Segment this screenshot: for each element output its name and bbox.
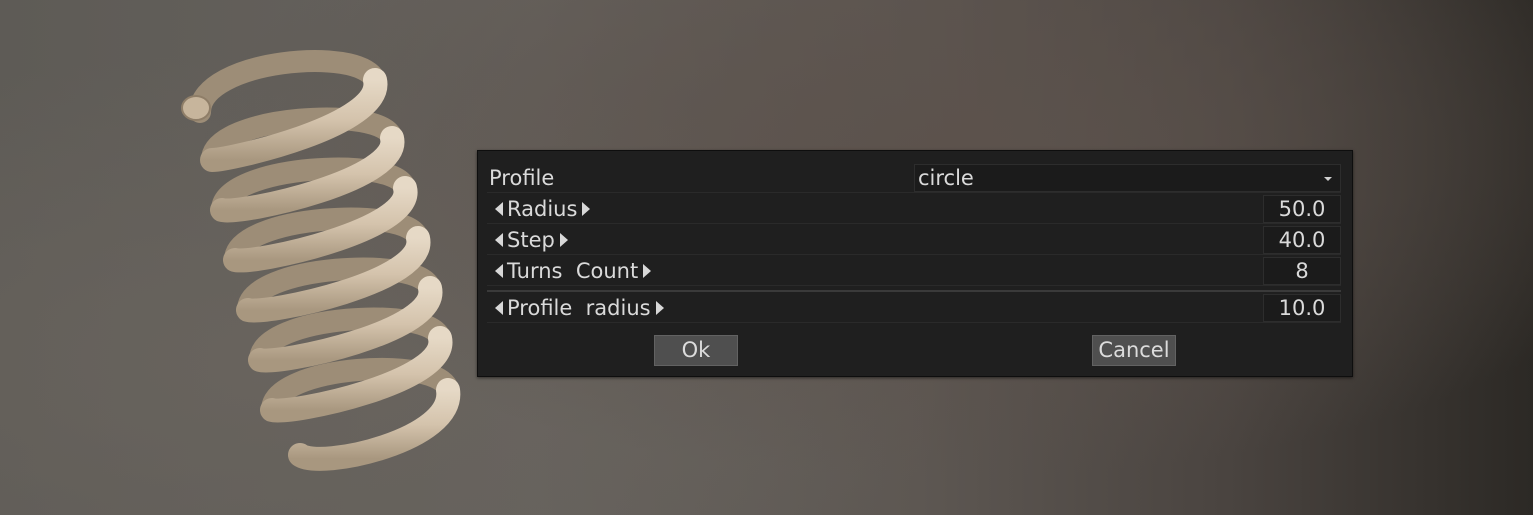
radius-label: Radius: [507, 197, 578, 221]
step-row: Step 40.0: [487, 225, 1341, 255]
profile-select[interactable]: circle: [914, 164, 1341, 192]
profile-radius-row: Profile radius 10.0: [487, 293, 1341, 323]
profile-radius-label: Profile radius: [507, 296, 651, 320]
profile-row: Profile circle: [487, 163, 1341, 193]
turns-count-label: Turns Count: [507, 259, 639, 283]
step-field[interactable]: 40.0: [1263, 226, 1341, 254]
ok-button[interactable]: Ok: [654, 335, 738, 366]
profile-select-value: circle: [918, 166, 974, 190]
decrement-arrow-icon[interactable]: [495, 202, 503, 216]
increment-arrow-icon[interactable]: [559, 233, 568, 247]
profile-radius-field[interactable]: 10.0: [1263, 294, 1341, 322]
turns-count-field[interactable]: 8: [1263, 257, 1341, 285]
decrement-arrow-icon[interactable]: [495, 233, 503, 247]
radius-row: Radius 50.0: [487, 194, 1341, 224]
decrement-arrow-icon[interactable]: [495, 301, 503, 315]
chevron-down-icon[interactable]: [1324, 177, 1332, 181]
decrement-arrow-icon[interactable]: [495, 264, 503, 278]
radius-field[interactable]: 50.0: [1263, 195, 1341, 223]
divider: [487, 290, 1341, 292]
step-label: Step: [507, 228, 555, 252]
increment-arrow-icon[interactable]: [643, 264, 652, 278]
spring-model[interactable]: [160, 20, 470, 490]
spring-parameters-dialog: Profile circle Radius 50.0 Step 40.0 Tur…: [477, 150, 1353, 377]
increment-arrow-icon[interactable]: [582, 202, 591, 216]
turns-count-row: Turns Count 8: [487, 256, 1341, 286]
cancel-button[interactable]: Cancel: [1092, 335, 1176, 366]
increment-arrow-icon[interactable]: [655, 301, 664, 315]
profile-label: Profile: [489, 166, 555, 190]
